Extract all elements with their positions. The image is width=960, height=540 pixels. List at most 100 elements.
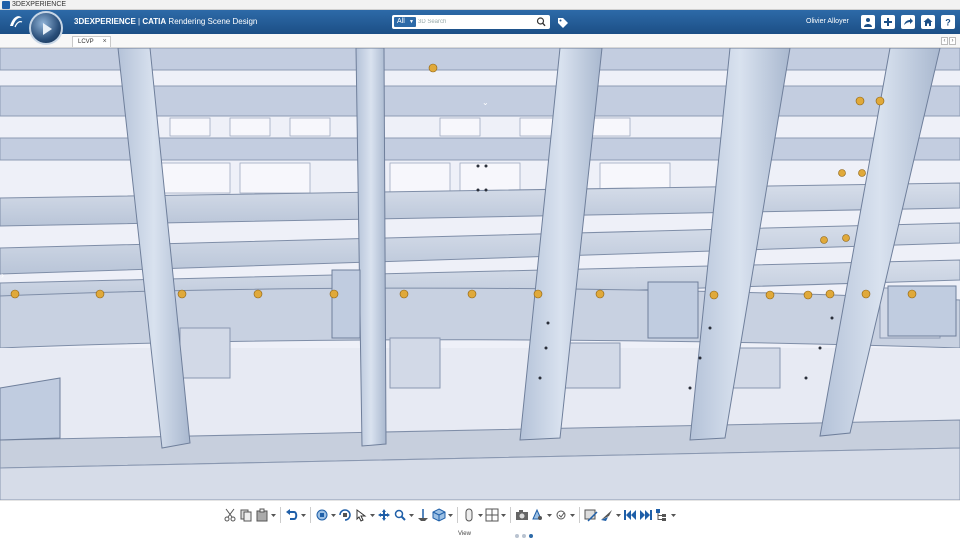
capture-button[interactable] [514, 506, 530, 524]
divider [280, 507, 281, 523]
iso-view-icon [432, 508, 446, 522]
rotate-icon [339, 509, 351, 521]
chevron-down-icon [616, 513, 621, 517]
search-icon[interactable] [536, 16, 546, 28]
chevron-down-icon [501, 513, 506, 517]
render-style-button[interactable] [461, 506, 477, 524]
search-scope-label: All [397, 18, 405, 25]
chevron-left-icon[interactable]: ‹ [941, 37, 948, 45]
chevron-down-icon [570, 513, 575, 517]
chevron-down-icon[interactable]: ⌄ [482, 98, 489, 107]
paste-icon [256, 508, 268, 522]
play-icon [43, 23, 52, 35]
plus-icon [884, 18, 892, 26]
paste-dropdown[interactable] [270, 506, 277, 524]
home-button[interactable] [921, 15, 935, 29]
tab-label: LCVP [78, 39, 94, 45]
multi-view-dropdown[interactable] [500, 506, 507, 524]
fit-all-button[interactable] [314, 506, 330, 524]
help-icon: ? [945, 18, 951, 28]
fly-dropdown[interactable] [615, 506, 622, 524]
action-bar-tools [222, 505, 677, 525]
undo-icon [286, 509, 298, 520]
page-dot[interactable] [515, 534, 519, 538]
copy-button[interactable] [238, 506, 254, 524]
3d-viewport[interactable]: › ⌄ [0, 48, 960, 500]
section-button[interactable] [583, 506, 599, 524]
chevron-down-icon: ▼ [409, 19, 414, 25]
page-dot[interactable] [522, 534, 526, 538]
tree-dropdown[interactable] [670, 506, 677, 524]
dassault-logo-icon[interactable] [6, 12, 26, 32]
compass-button[interactable] [29, 11, 63, 45]
tree-icon [656, 509, 666, 521]
communicate-button[interactable] [901, 15, 915, 29]
page-dot-active[interactable] [529, 534, 533, 538]
divider [510, 507, 511, 523]
normal-view-button[interactable] [415, 506, 431, 524]
multi-view-button[interactable] [484, 506, 500, 524]
chevron-down-icon [671, 513, 676, 517]
help-button[interactable]: ? [941, 15, 955, 29]
light-button[interactable] [553, 506, 569, 524]
zoom-button[interactable] [392, 506, 408, 524]
tab-strip: LCVP × ‹ › [0, 34, 960, 48]
section-page-indicator[interactable] [515, 534, 533, 538]
select-icon [356, 509, 367, 522]
tag-icon[interactable] [557, 17, 569, 29]
capture-icon [516, 510, 528, 520]
select-button[interactable] [353, 506, 369, 524]
next-icon [640, 510, 652, 520]
paste-button[interactable] [254, 506, 270, 524]
tab-lcvp[interactable]: LCVP × [72, 36, 111, 47]
previous-button[interactable] [622, 506, 638, 524]
pan-icon [378, 509, 390, 521]
panel-arrows: ‹ › [940, 37, 956, 45]
fly-icon [601, 510, 612, 521]
render-style-icon [465, 508, 473, 522]
chevron-down-icon [331, 513, 336, 517]
divider [457, 507, 458, 523]
chevron-down-icon [301, 513, 306, 517]
divider [310, 507, 311, 523]
tree-button[interactable] [654, 506, 670, 524]
light-dropdown[interactable] [569, 506, 576, 524]
share-button[interactable] [881, 15, 895, 29]
chevron-down-icon [547, 513, 552, 517]
section-tab-view[interactable]: View [458, 531, 471, 537]
visibility-button[interactable] [530, 506, 546, 524]
chevron-down-icon [478, 513, 483, 517]
zoom-icon [394, 509, 406, 521]
fit-dropdown[interactable] [330, 506, 337, 524]
visibility-icon [532, 508, 542, 520]
svg-text:?: ? [945, 18, 951, 28]
ds-logo-svg [10, 16, 23, 28]
fly-button[interactable] [599, 506, 615, 524]
chevron-down-icon [448, 513, 453, 517]
search-input[interactable] [418, 17, 528, 27]
add-content-button[interactable] [861, 15, 875, 29]
add-person-icon [864, 18, 872, 27]
visibility-dropdown[interactable] [546, 506, 553, 524]
select-dropdown[interactable] [369, 506, 376, 524]
view-dropdown[interactable] [447, 506, 454, 524]
render-dropdown[interactable] [477, 506, 484, 524]
boat-frame-model[interactable] [0, 48, 960, 500]
chevron-right-icon[interactable]: › [949, 37, 956, 45]
app-title: 3DEXPERIENCE | CATIA Rendering Scene Des… [74, 10, 257, 34]
rotate-button[interactable] [337, 506, 353, 524]
zoom-dropdown[interactable] [408, 506, 415, 524]
top-bar: 3DEXPERIENCE | CATIA Rendering Scene Des… [0, 10, 960, 34]
undo-button[interactable] [284, 506, 300, 524]
search-scope-dropdown[interactable]: All ▼ [394, 17, 416, 27]
next-button[interactable] [638, 506, 654, 524]
app-window: { "os_bar": { "title": "3DEXPERIENCE" },… [0, 0, 960, 540]
chevron-right-icon[interactable]: › [1, 270, 4, 280]
user-name[interactable]: Olivier Alloyer [806, 10, 849, 34]
close-icon[interactable]: × [103, 37, 107, 47]
fit-all-icon [316, 509, 328, 521]
iso-view-button[interactable] [431, 506, 447, 524]
undo-dropdown[interactable] [300, 506, 307, 524]
cut-button[interactable] [222, 506, 238, 524]
pan-button[interactable] [376, 506, 392, 524]
